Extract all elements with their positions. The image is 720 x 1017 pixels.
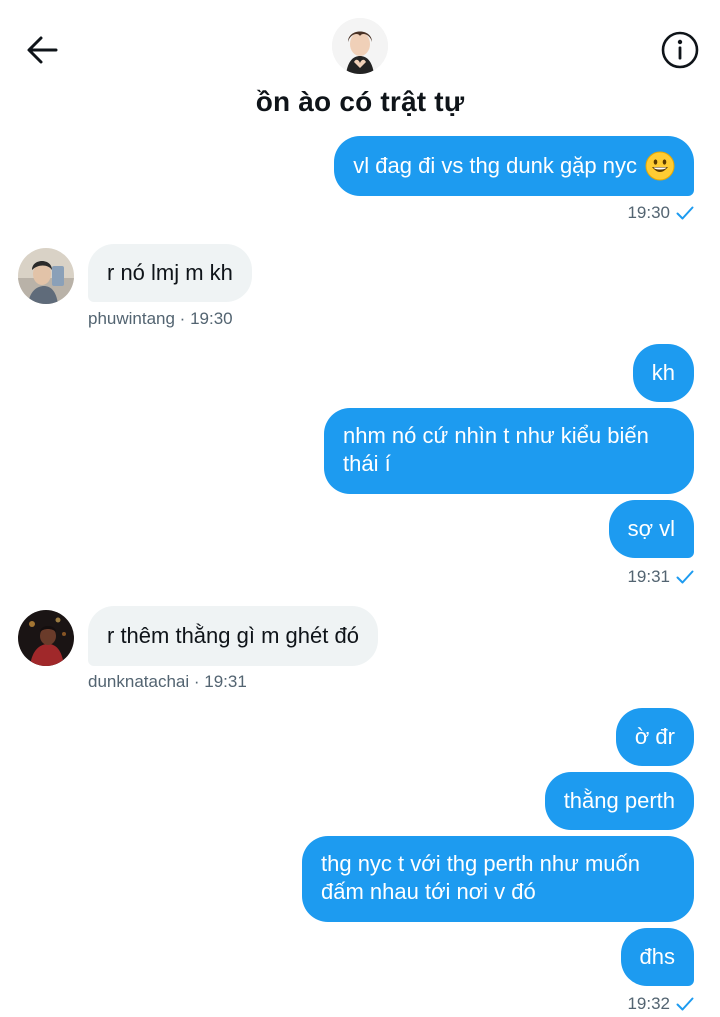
group-avatar-image (332, 18, 388, 74)
conversation-title: ồn ào có trật tự (255, 86, 465, 117)
avatar-image (18, 610, 74, 666)
sent-check-icon (676, 570, 694, 584)
arrow-left-icon (27, 36, 58, 64)
message-time: 19:30 (627, 203, 670, 222)
message-meta: 19:31 (627, 567, 694, 587)
message-text: đhs (639, 944, 675, 969)
sent-check-icon (676, 997, 694, 1011)
message-time: 19:31 (627, 567, 670, 586)
message-text: kh (651, 360, 675, 385)
outgoing-message-bubble[interactable]: kh (632, 344, 694, 402)
message-meta: 19:32 (627, 994, 694, 1014)
message-text: sợ vl (627, 516, 675, 541)
sent-check-icon (676, 206, 694, 220)
incoming-message-bubble[interactable]: r nó lmj m kh (88, 244, 252, 302)
message-time: 19:32 (627, 994, 670, 1013)
message-text: r nó lmj m kh (107, 260, 233, 285)
incoming-message-bubble[interactable]: r thêm thằng gì m ghét đó (88, 606, 378, 666)
outgoing-message-bubble[interactable]: vl đag đi vs thg dunk gặp nyc (334, 136, 694, 196)
message-meta: 19:30 (627, 203, 694, 223)
back-button[interactable] (22, 30, 62, 70)
grinning-face-icon (645, 151, 675, 181)
outgoing-message-bubble[interactable]: ờ đr (615, 708, 694, 766)
message-text: vl đag đi vs thg dunk gặp nyc (353, 153, 637, 178)
message-text: thg nyc t với thg perth như muốn đấm nha… (321, 851, 640, 904)
outgoing-message-bubble[interactable]: thg nyc t với thg perth như muốn đấm nha… (302, 836, 694, 922)
sender-avatar[interactable] (18, 248, 74, 304)
message-text: r thêm thằng gì m ghét đó (107, 623, 359, 648)
outgoing-message-bubble[interactable]: nhm nó cứ nhìn t như kiểu biến thái í (324, 408, 694, 494)
info-button[interactable] (658, 28, 702, 72)
info-circle-icon (661, 31, 699, 69)
sender-name-time: dunknatachai · 19:31 (88, 672, 247, 691)
outgoing-message-bubble[interactable]: đhs (620, 928, 694, 986)
message-text: thằng perth (563, 788, 675, 813)
avatar-image (18, 248, 74, 304)
conversation-header: ồn ào có trật tự (0, 0, 720, 130)
message-text: nhm nó cứ nhìn t như kiểu biến thái í (343, 423, 649, 476)
sender-name-time: phuwintang · 19:30 (88, 309, 233, 328)
outgoing-message-bubble[interactable]: thằng perth (544, 772, 694, 830)
outgoing-message-bubble[interactable]: sợ vl (608, 500, 694, 558)
message-text: ờ đr (634, 724, 675, 749)
group-avatar[interactable] (332, 18, 388, 74)
sender-avatar[interactable] (18, 610, 74, 666)
